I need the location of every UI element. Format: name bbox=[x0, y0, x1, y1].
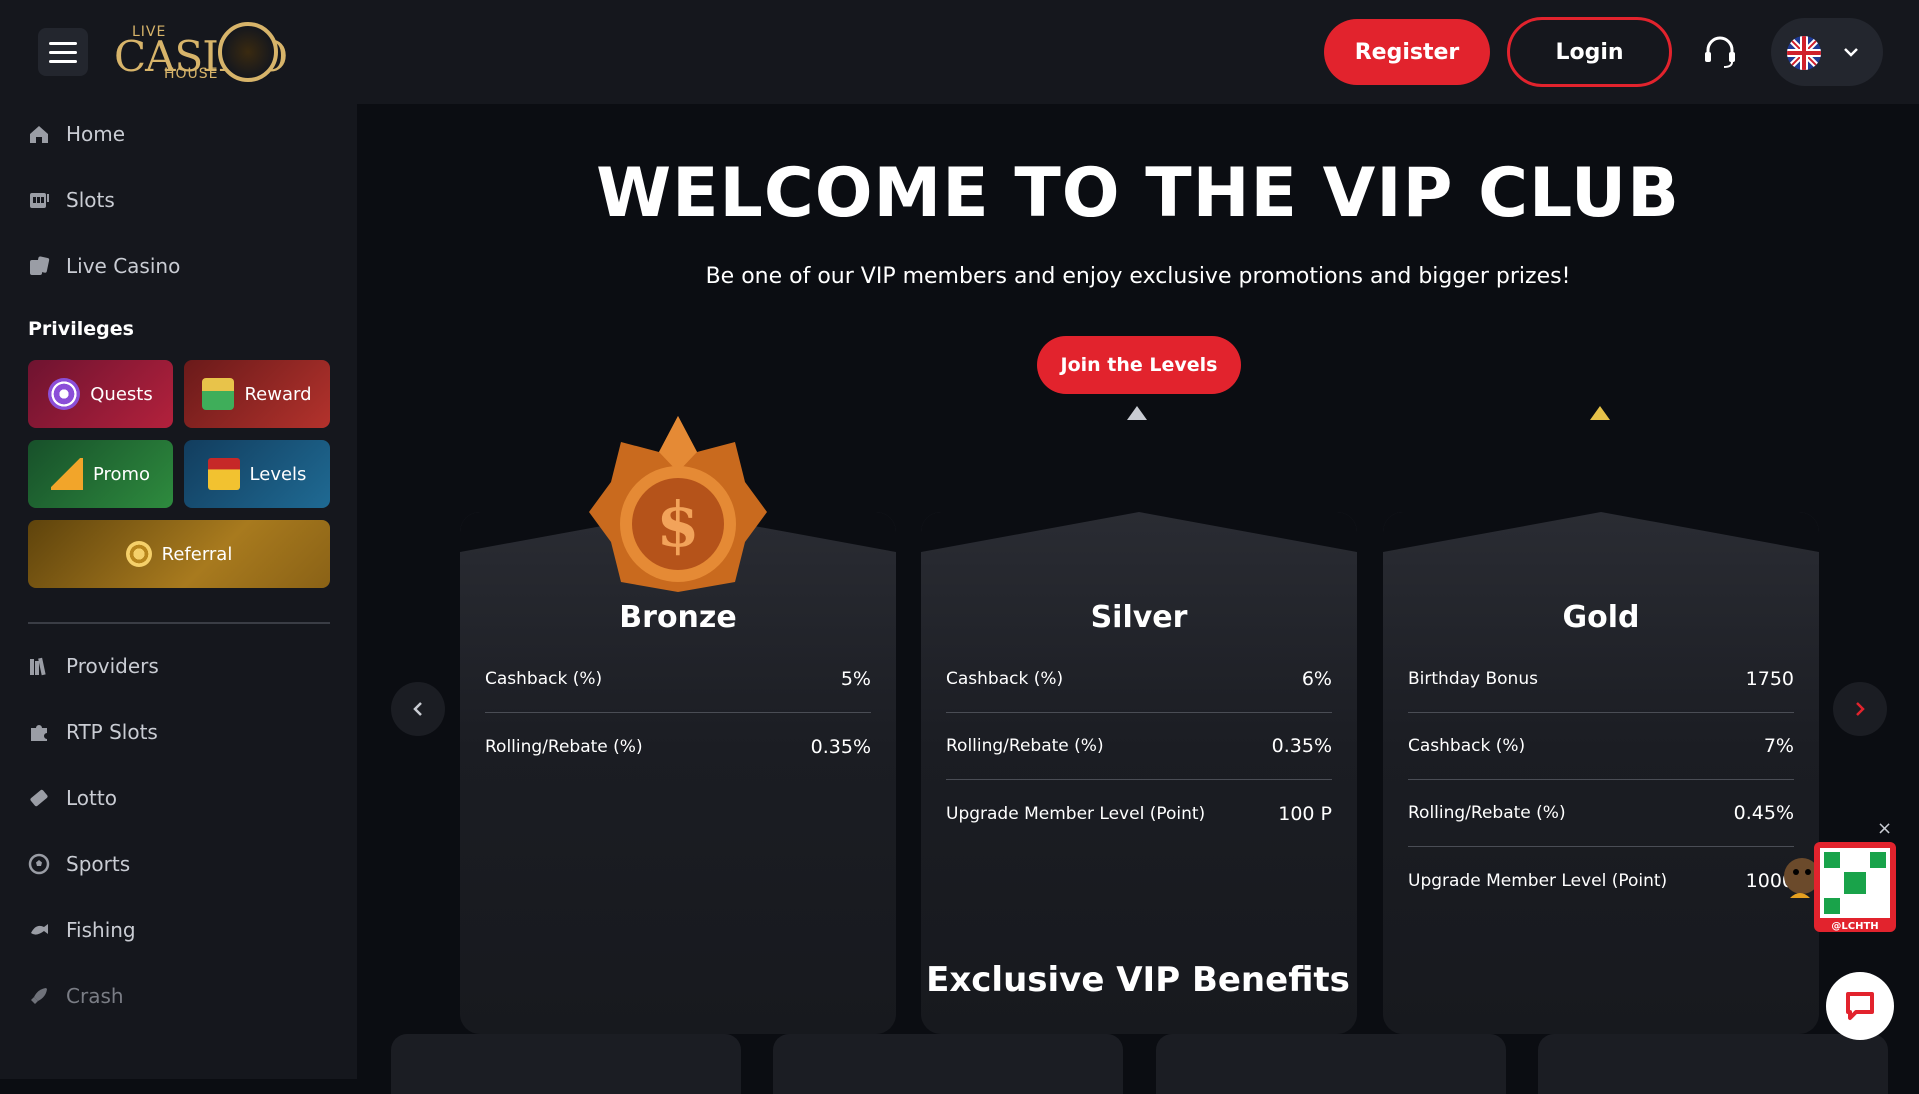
soccer-ball-icon bbox=[28, 853, 50, 875]
close-icon[interactable]: × bbox=[1877, 818, 1892, 839]
login-button[interactable]: Login bbox=[1507, 17, 1672, 87]
tier-name: Silver bbox=[1090, 600, 1188, 635]
chevron-left-icon bbox=[413, 702, 422, 716]
main-content: WELCOME TO THE VIP CLUB Be one of our VI… bbox=[357, 104, 1919, 1094]
sidebar-item-lotto[interactable]: Lotto bbox=[28, 778, 117, 818]
carousel-prev-button[interactable] bbox=[391, 682, 445, 736]
line-handle-text: @LCHTH bbox=[1831, 921, 1878, 932]
sidebar-item-fishing[interactable]: Fishing bbox=[28, 910, 136, 950]
tier-row: Cashback (%) 7% bbox=[1408, 713, 1794, 780]
chat-bubble-icon bbox=[1846, 992, 1874, 1020]
tier-row: Birthday Bonus 1750 bbox=[1408, 646, 1794, 713]
tier-row: Rolling/Rebate (%) 0.35% bbox=[946, 713, 1332, 780]
tier-card-gold: Gold Birthday Bonus 1750 Cashback (%) 7%… bbox=[1383, 512, 1819, 1034]
sidebar-item-sports[interactable]: Sports bbox=[28, 844, 130, 884]
top-header: LIVE CASINO HOUSE Register Login bbox=[0, 0, 1919, 104]
sidebar-item-crash[interactable]: Crash bbox=[28, 976, 124, 1016]
providers-icon bbox=[30, 657, 46, 676]
gear-coin-icon bbox=[125, 541, 152, 567]
carousel-next-button[interactable] bbox=[1833, 682, 1887, 736]
chevron-right-icon bbox=[1856, 702, 1865, 716]
sidebar-divider bbox=[28, 622, 330, 624]
privilege-levels[interactable]: Levels bbox=[184, 440, 330, 508]
crown-icon bbox=[207, 458, 240, 490]
gift-icon bbox=[202, 378, 235, 410]
target-icon bbox=[48, 378, 81, 410]
uk-flag-icon bbox=[1787, 36, 1821, 70]
benefit-card bbox=[391, 1034, 741, 1094]
sidebar-item-slots[interactable]: Slots bbox=[28, 180, 115, 220]
svg-text:$: $ bbox=[656, 488, 699, 561]
hamburger-menu-button[interactable] bbox=[38, 28, 88, 76]
gold-indicator-icon bbox=[1590, 406, 1610, 420]
tier-name: Bronze bbox=[619, 600, 737, 635]
headset-support-icon[interactable] bbox=[1700, 32, 1740, 72]
privilege-referral[interactable]: Referral bbox=[28, 520, 330, 588]
benefit-card bbox=[773, 1034, 1123, 1094]
tier-row: Upgrade Member Level (Point) 1000 bbox=[1408, 869, 1794, 892]
privilege-reward[interactable]: Reward bbox=[184, 360, 330, 428]
tier-card-silver: Silver Cashback (%) 6% Rolling/Rebate (%… bbox=[921, 512, 1357, 1034]
bronze-medal-icon: $ bbox=[589, 416, 767, 592]
privilege-promo[interactable]: Promo bbox=[28, 440, 173, 508]
home-icon bbox=[30, 126, 48, 143]
benefit-card bbox=[1156, 1034, 1506, 1094]
left-sidebar: Home Slots Live Casino Privileges Quests… bbox=[0, 104, 357, 1079]
party-icon bbox=[50, 458, 83, 490]
benefit-card bbox=[1538, 1034, 1888, 1094]
page-subtitle: Be one of our VIP members and enjoy excl… bbox=[705, 264, 1571, 289]
sidebar-item-live-casino[interactable]: Live Casino bbox=[28, 246, 180, 286]
privilege-quests[interactable]: Quests bbox=[28, 360, 173, 428]
fishing-icon bbox=[31, 924, 48, 935]
ticket-icon bbox=[30, 789, 48, 807]
tier-name: Gold bbox=[1562, 600, 1640, 635]
page-title: WELCOME TO THE VIP CLUB bbox=[596, 154, 1680, 233]
sidebar-item-home[interactable]: Home bbox=[28, 114, 125, 154]
privileges-heading: Privileges bbox=[28, 318, 134, 340]
tier-row: Upgrade Member Level (Point) 100 P bbox=[946, 802, 1332, 825]
puzzle-icon bbox=[31, 725, 47, 741]
tier-row: Cashback (%) 6% bbox=[946, 646, 1332, 713]
line-qr-widget[interactable]: @LCHTH bbox=[1780, 838, 1900, 938]
register-button[interactable]: Register bbox=[1324, 19, 1490, 85]
site-logo[interactable]: LIVE CASINO HOUSE bbox=[114, 20, 288, 84]
chevron-down-icon bbox=[1844, 48, 1858, 57]
silver-indicator-icon bbox=[1127, 406, 1147, 420]
sidebar-item-rtp-slots[interactable]: RTP Slots bbox=[28, 712, 158, 752]
benefits-heading: Exclusive VIP Benefits bbox=[926, 960, 1350, 1000]
tier-row: Rolling/Rebate (%) 0.35% bbox=[485, 735, 871, 758]
menu-icon bbox=[49, 41, 77, 45]
slots-icon bbox=[30, 193, 49, 208]
join-levels-button[interactable]: Join the Levels bbox=[1037, 336, 1241, 394]
live-chat-button[interactable] bbox=[1826, 972, 1894, 1040]
live-casino-icon bbox=[30, 256, 50, 275]
tier-row: Rolling/Rebate (%) 0.45% bbox=[1408, 780, 1794, 847]
sidebar-item-providers[interactable]: Providers bbox=[28, 646, 159, 686]
logo-emblem-icon bbox=[218, 22, 278, 82]
tier-row: Cashback (%) 5% bbox=[485, 646, 871, 713]
rocket-icon bbox=[31, 988, 47, 1004]
logo-house-text: HOUSE bbox=[164, 66, 219, 82]
language-selector[interactable] bbox=[1771, 18, 1883, 86]
